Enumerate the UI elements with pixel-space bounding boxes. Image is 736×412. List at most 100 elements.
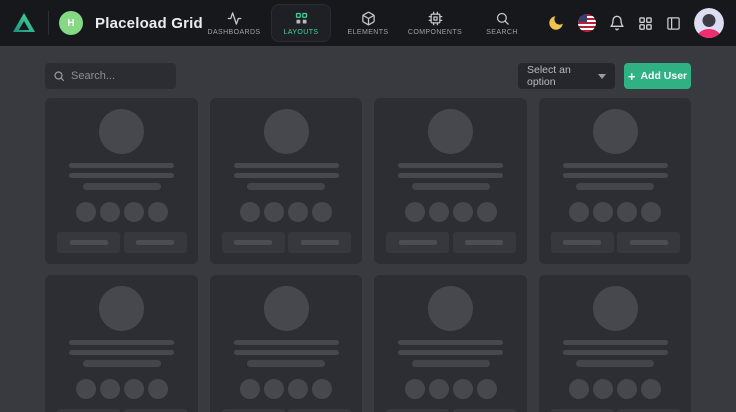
dot-placeholder bbox=[312, 202, 332, 222]
button-placeholder[interactable] bbox=[288, 232, 351, 253]
chevron-down-icon bbox=[598, 74, 606, 79]
main-nav: DASHBOARDS LAYOUTS ELEMENTS bbox=[204, 0, 532, 46]
placeholder-card[interactable] bbox=[45, 275, 198, 412]
placeholder-card[interactable] bbox=[539, 275, 692, 412]
placeholder-card[interactable] bbox=[45, 98, 198, 264]
dot-placeholders bbox=[76, 379, 168, 399]
activity-icon bbox=[227, 11, 242, 26]
button-placeholder[interactable] bbox=[124, 232, 187, 253]
nav-item-elements[interactable]: ELEMENTS bbox=[338, 4, 398, 42]
text-line-placeholder bbox=[69, 340, 174, 345]
nav-item-layouts[interactable]: LAYOUTS bbox=[271, 4, 331, 42]
button-placeholder[interactable] bbox=[57, 232, 120, 253]
card-grid bbox=[45, 98, 691, 412]
text-line-placeholder bbox=[83, 183, 161, 190]
panel-icon[interactable] bbox=[666, 16, 681, 31]
avatar-placeholder bbox=[99, 109, 144, 154]
dot-placeholders bbox=[405, 202, 497, 222]
workspace-avatar[interactable]: H bbox=[59, 11, 83, 35]
option-select[interactable]: Select an option bbox=[518, 63, 615, 89]
text-line-placeholder bbox=[247, 360, 325, 367]
avatar-placeholder bbox=[428, 109, 473, 154]
text-line-placeholder bbox=[234, 173, 339, 178]
button-placeholder[interactable] bbox=[551, 232, 614, 253]
dot-placeholder bbox=[100, 379, 120, 399]
page-title: Placeload Grid bbox=[95, 15, 203, 32]
avatar-placeholder bbox=[264, 109, 309, 154]
text-line-placeholder bbox=[412, 183, 490, 190]
dot-placeholder bbox=[477, 202, 497, 222]
dot-placeholder bbox=[240, 379, 260, 399]
moon-icon[interactable] bbox=[547, 14, 565, 32]
placeholder-card[interactable] bbox=[374, 98, 527, 264]
user-avatar[interactable] bbox=[694, 8, 724, 38]
dot-placeholder bbox=[617, 202, 637, 222]
nav-item-dashboards[interactable]: DASHBOARDS bbox=[204, 4, 264, 42]
dot-placeholder bbox=[240, 202, 260, 222]
dot-placeholder bbox=[617, 379, 637, 399]
button-placeholder[interactable] bbox=[386, 232, 449, 253]
dot-placeholders bbox=[240, 379, 332, 399]
brand-logo-icon[interactable] bbox=[12, 11, 38, 35]
text-line-placeholder bbox=[412, 360, 490, 367]
us-flag-icon[interactable] bbox=[578, 14, 596, 32]
dot-placeholder bbox=[288, 202, 308, 222]
dot-placeholder bbox=[641, 202, 661, 222]
dot-placeholders bbox=[569, 379, 661, 399]
placeholder-card[interactable] bbox=[210, 275, 363, 412]
button-placeholders bbox=[551, 232, 681, 253]
apps-icon[interactable] bbox=[638, 16, 653, 31]
button-placeholder[interactable] bbox=[453, 232, 516, 253]
button-placeholder[interactable] bbox=[617, 232, 680, 253]
dot-placeholders bbox=[76, 202, 168, 222]
search-input[interactable] bbox=[71, 70, 168, 82]
dot-placeholder bbox=[264, 379, 284, 399]
button-placeholders bbox=[222, 232, 352, 253]
add-user-button[interactable]: + Add User bbox=[624, 63, 691, 89]
dot-placeholder bbox=[405, 202, 425, 222]
nav-item-search[interactable]: SEARCH bbox=[472, 4, 532, 42]
dot-placeholder bbox=[593, 379, 613, 399]
search-icon bbox=[495, 11, 510, 26]
nav-item-components[interactable]: COMPONENTS bbox=[405, 4, 465, 42]
toolbar-right: Select an option + Add User bbox=[518, 63, 691, 89]
text-line-placeholder bbox=[563, 163, 668, 168]
dot-placeholder bbox=[453, 379, 473, 399]
text-line-placeholder bbox=[398, 163, 503, 168]
placeholder-card[interactable] bbox=[539, 98, 692, 264]
button-bar-placeholder bbox=[136, 240, 174, 245]
cpu-icon bbox=[428, 11, 443, 26]
search-box[interactable] bbox=[45, 63, 176, 89]
flag-canton bbox=[578, 14, 587, 22]
dot-placeholders bbox=[240, 202, 332, 222]
nav-item-label: ELEMENTS bbox=[348, 29, 389, 36]
button-placeholder[interactable] bbox=[222, 232, 285, 253]
text-line-placeholder bbox=[234, 350, 339, 355]
button-bar-placeholder bbox=[70, 240, 108, 245]
placeholder-card[interactable] bbox=[210, 98, 363, 264]
select-value: Select an option bbox=[527, 64, 598, 88]
dot-placeholder bbox=[641, 379, 661, 399]
dot-placeholder bbox=[100, 202, 120, 222]
text-line-placeholder bbox=[563, 340, 668, 345]
bell-icon[interactable] bbox=[609, 15, 625, 31]
nav-item-label: COMPONENTS bbox=[408, 29, 462, 36]
dot-placeholder bbox=[429, 379, 449, 399]
dot-placeholder bbox=[76, 379, 96, 399]
text-line-placeholder bbox=[234, 163, 339, 168]
search-icon bbox=[53, 70, 65, 82]
dot-placeholder bbox=[405, 379, 425, 399]
text-line-placeholder bbox=[563, 350, 668, 355]
navbar-right bbox=[547, 8, 724, 38]
placeholder-card[interactable] bbox=[374, 275, 527, 412]
dot-placeholder bbox=[312, 379, 332, 399]
nav-item-label: SEARCH bbox=[486, 29, 518, 36]
toolbar: Select an option + Add User bbox=[45, 63, 691, 89]
app: H Placeload Grid DASHBOARDS LAYOUTS bbox=[0, 0, 736, 412]
button-bar-placeholder bbox=[465, 240, 503, 245]
text-line-placeholder bbox=[563, 173, 668, 178]
avatar-placeholder bbox=[264, 286, 309, 331]
button-bar-placeholder bbox=[399, 240, 437, 245]
dot-placeholder bbox=[593, 202, 613, 222]
button-bar-placeholder bbox=[563, 240, 601, 245]
